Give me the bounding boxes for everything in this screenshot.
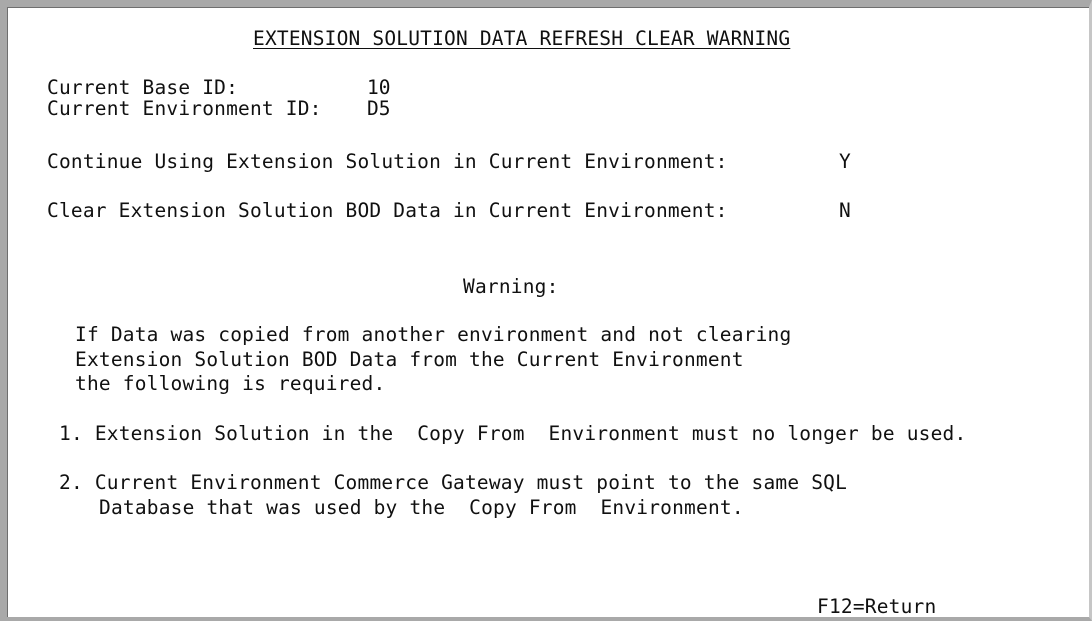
terminal-screen: EXTENSION SOLUTION DATA REFRESH CLEAR WA… [0, 0, 1092, 621]
warning-item-2-line-2: Database that was used by the Copy From … [99, 496, 744, 519]
continue-using-label: Continue Using Extension Solution in Cur… [47, 150, 728, 173]
warning-line: If Data was copied from another environm… [75, 323, 792, 346]
continue-using-field[interactable]: Y [839, 150, 851, 174]
clear-bod-label: Clear Extension Solution BOD Data in Cur… [47, 199, 728, 222]
clear-bod-field[interactable]: N [839, 199, 851, 223]
environment-id-label: Current Environment ID: [47, 97, 322, 120]
warning-line: the following is required. [75, 372, 386, 395]
warning-heading: Warning: [463, 275, 559, 298]
warning-line: Extension Solution BOD Data from the Cur… [75, 348, 744, 371]
f12-return-key[interactable]: F12=Return [817, 595, 936, 619]
environment-id-value: D5 [367, 97, 391, 120]
warning-item-1: 1. Extension Solution in the Copy From E… [59, 422, 967, 445]
warning-item-2-line-1: 2. Current Environment Commerce Gateway … [59, 471, 848, 494]
screen-title: EXTENSION SOLUTION DATA REFRESH CLEAR WA… [253, 27, 791, 50]
